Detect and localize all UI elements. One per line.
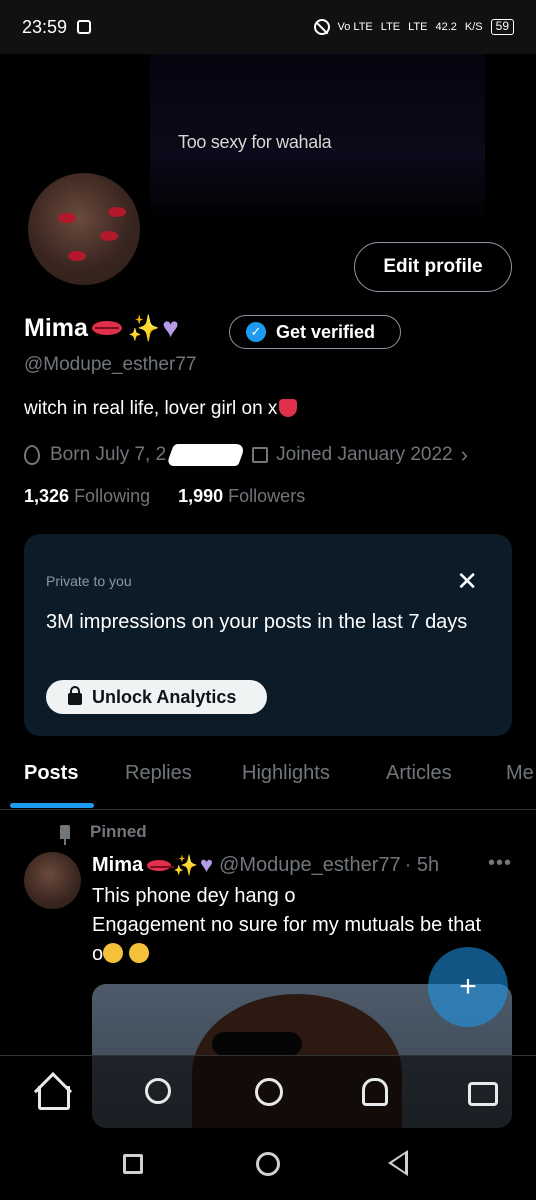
messages-icon[interactable] [468, 1082, 498, 1106]
system-navigation [0, 1128, 536, 1200]
status-bar: 23:59 Vo LTE LTE LTE 42.2 K/S 59 [0, 0, 536, 54]
analytics-card: Private to you ✕ 3M impressions on your … [24, 534, 512, 736]
follow-stats: 1,326 Following 1,990 Followers [24, 486, 305, 507]
bottom-navigation [0, 1055, 536, 1128]
status-time: 23:59 [22, 16, 68, 37]
do-not-disturb-icon [313, 19, 330, 35]
post-author-handle[interactable]: @Modupe_esther77 [219, 854, 401, 877]
lips-emoji [147, 859, 175, 871]
unlock-analytics-button[interactable]: Unlock Analytics [46, 680, 267, 714]
following-link[interactable]: 1,326 Following [24, 486, 150, 507]
post-author-name[interactable]: Mima [92, 854, 143, 877]
purple-heart-emoji: ♥ [162, 312, 179, 343]
tab-highlights[interactable]: Highlights [242, 762, 330, 785]
impressions-text: 3M impressions on your posts in the last… [46, 611, 468, 633]
unlock-analytics-label: Unlock Analytics [92, 686, 237, 707]
search-icon[interactable] [145, 1078, 171, 1104]
status-icons: Vo LTE LTE LTE 42.2 K/S 59 [313, 19, 514, 35]
profile-handle: @Modupe_esther77 [24, 354, 197, 375]
sparkles-emoji: ✨ [173, 854, 199, 877]
get-verified-button[interactable]: ✓ Get verified [229, 315, 401, 349]
display-name-row: Mima ✨ ♥ [24, 312, 179, 344]
purple-heart-emoji: ♥ [200, 852, 214, 877]
home-system-icon[interactable] [256, 1152, 280, 1176]
home-icon[interactable] [38, 1086, 70, 1110]
banner-caption: Too sexy for wahala [178, 132, 332, 152]
bio-text: witch in real life, lover girl on x [24, 398, 278, 419]
battery-indicator: 59 [490, 19, 514, 35]
profile-bio: witch in real life, lover girl on x [24, 398, 298, 420]
profile-tabs: Posts Replies Highlights Articles Me [0, 750, 536, 810]
tab-posts[interactable]: Posts [24, 762, 78, 785]
followers-label: Followers [228, 486, 306, 506]
sim-icon [77, 20, 92, 34]
joined-date: Joined January 2022 [276, 444, 453, 465]
followers-link[interactable]: 1,990 Followers [178, 486, 305, 507]
lte-signal-1: LTE [380, 20, 401, 33]
recents-icon[interactable] [123, 1154, 143, 1174]
birthday-icon [24, 445, 40, 465]
pinned-indicator: Pinned [60, 822, 147, 845]
close-icon[interactable]: ✕ [456, 568, 478, 594]
post-line-2: Engagement no sure for my mutuals be tha… [92, 914, 482, 936]
compose-post-button[interactable]: + [428, 947, 508, 1027]
media-sunglasses [212, 1032, 302, 1056]
followers-count: 1,990 [178, 486, 224, 506]
network-speed: 42.2 [435, 20, 457, 33]
pinned-label: Pinned [90, 822, 147, 841]
back-icon[interactable] [388, 1150, 408, 1176]
born-date: Born July 7, 2 [50, 444, 167, 465]
post-time: · 5h [404, 853, 440, 876]
following-count: 1,326 [24, 486, 70, 506]
lte-signal-2: LTE [408, 20, 428, 33]
chevron-right-icon[interactable]: › [461, 442, 468, 468]
tab-media[interactable]: Me [506, 762, 534, 785]
more-options-icon[interactable]: ••• [488, 852, 512, 875]
avatar-decoration [108, 207, 126, 217]
avatar-decoration [100, 231, 118, 241]
tired-face-emoji [128, 943, 149, 963]
notifications-icon[interactable] [362, 1078, 388, 1106]
post-line-3-text: o [92, 943, 104, 965]
grok-icon[interactable] [255, 1078, 283, 1106]
tired-face-emoji [103, 943, 124, 963]
active-tab-indicator [10, 803, 94, 808]
verified-badge-icon: ✓ [246, 322, 266, 342]
redaction-scribble [166, 444, 247, 466]
display-name: Mima [24, 313, 88, 342]
profile-avatar[interactable] [25, 170, 143, 288]
pin-icon [60, 825, 70, 845]
private-label: Private to you [46, 573, 132, 589]
tongue-emoji [279, 399, 298, 417]
avatar-decoration [58, 213, 76, 223]
profile-meta: Born July 7, 2 Joined January 2022 › [24, 442, 468, 468]
following-label: Following [74, 486, 151, 506]
tab-articles[interactable]: Articles [386, 762, 452, 785]
calendar-icon [252, 447, 269, 463]
network-speed-unit: K/S [464, 20, 483, 33]
post-line-1: This phone dey hang o [92, 885, 296, 907]
avatar-decoration [68, 251, 86, 261]
tab-replies[interactable]: Replies [125, 762, 192, 785]
post-header: Mima ✨ ♥ @Modupe_esther77 · 5h [92, 852, 439, 878]
lock-icon [68, 686, 82, 705]
volte-label: Vo LTE [337, 20, 373, 33]
post-avatar[interactable] [24, 852, 81, 909]
lips-emoji [91, 321, 122, 335]
edit-profile-button[interactable]: Edit profile [354, 242, 512, 292]
get-verified-label: Get verified [276, 321, 376, 342]
sparkles-emoji: ✨ [127, 312, 161, 343]
